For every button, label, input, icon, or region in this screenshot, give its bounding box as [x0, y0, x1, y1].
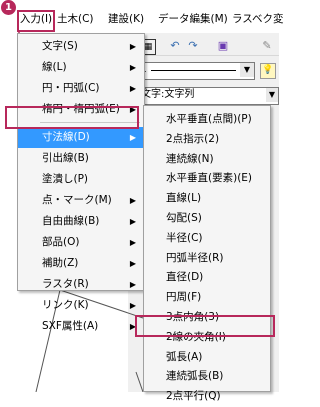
undo-icon[interactable]: ↶ — [168, 39, 182, 53]
submenu-item-3[interactable]: 水平垂直(要素)(E) — [144, 168, 270, 189]
menu-item-label: 塗潰し(P) — [42, 173, 89, 185]
chevron-right-icon: ▶ — [129, 84, 136, 93]
menu-item-10[interactable]: 補助(Z) ▶ — [18, 253, 144, 274]
chevron-down-icon[interactable]: ▼ — [266, 88, 278, 102]
menu-item-1[interactable]: 線(L) ▶ — [18, 57, 144, 78]
submenu-item-5[interactable]: 勾配(S) — [144, 208, 270, 229]
menu-item-label: リンク(K) — [42, 299, 89, 311]
status-strip: 文字:文字列 ▼ — [134, 84, 279, 106]
chevron-right-icon: ▶ — [129, 259, 136, 268]
dimension-callout-box — [5, 106, 139, 129]
menu-construction[interactable]: 建設(K) — [108, 10, 144, 28]
toolbar-top: ▦ ↶ ↷ ▣ ✎ — [134, 36, 279, 56]
menu-item-13[interactable]: SXF属性(A) ▶ — [18, 316, 144, 337]
chevron-right-icon: ▶ — [129, 301, 136, 310]
submenu-item-2[interactable]: 連続線(N) — [144, 149, 270, 170]
menu-item-label: 線(L) — [42, 61, 67, 73]
submenu-item-14[interactable]: 2点平行(Q) — [144, 386, 270, 407]
angle-callout-box — [135, 315, 275, 337]
menu-item-label: SXF属性(A) — [42, 320, 99, 332]
menu-item-label: 自由曲線(B) — [42, 215, 100, 227]
menu-raster-vector[interactable]: ラスベク変 — [232, 10, 284, 28]
menu-data-edit[interactable]: データ編集(M) — [158, 10, 228, 28]
submenu-item-6[interactable]: 半径(C) — [144, 228, 270, 249]
dimension-submenu: 水平垂直(点間)(P) 2点指示(2) 連続線(N) 水平垂直(要素)(E) 直線(L)… — [143, 105, 271, 402]
step-badge: 1 — [1, 0, 16, 15]
submenu-item-13[interactable]: 連続弧長(B) — [144, 366, 270, 387]
line-sample — [151, 70, 236, 71]
line-type-combo[interactable]: 1 ▼ — [138, 62, 255, 80]
submenu-item-8[interactable]: 直径(D) — [144, 267, 270, 288]
menu-item-4[interactable]: 寸法線(D) ▶ — [18, 127, 144, 148]
input-menu: 文字(S) ▶ 線(L) ▶ 円・円弧(C) ▶ 楕円・楕円弧(E) ▶ 寸法線(D) ▶ 引出線(… — [17, 33, 145, 332]
menu-item-0[interactable]: 文字(S) ▶ — [18, 36, 144, 57]
menu-item-label: 点・マーク(M) — [42, 194, 112, 206]
chevron-down-icon[interactable]: ▼ — [240, 63, 254, 77]
chevron-right-icon: ▶ — [129, 133, 136, 142]
chevron-right-icon: ▶ — [129, 196, 136, 205]
menu-item-9[interactable]: 部品(O) ▶ — [18, 232, 144, 253]
menu-item-8[interactable]: 自由曲線(B) ▶ — [18, 211, 144, 232]
toolbar-line: 1 ▼ 💡 — [134, 58, 279, 82]
menu-item-2[interactable]: 円・円弧(C) ▶ — [18, 78, 144, 99]
menu-item-6[interactable]: 塗潰し(P) — [18, 169, 144, 190]
menu-item-12[interactable]: リンク(K) ▶ — [18, 295, 144, 316]
menu-item-label: 補助(Z) — [42, 257, 79, 269]
chevron-right-icon: ▶ — [129, 63, 136, 72]
menu-item-label: 部品(O) — [42, 236, 80, 248]
redo-icon[interactable]: ↷ — [186, 39, 200, 53]
submenu-item-4[interactable]: 直線(L) — [144, 188, 270, 209]
bulb-icon[interactable]: 💡 — [260, 63, 276, 79]
menu-input[interactable]: 入力(I) — [17, 10, 55, 32]
menu-item-5[interactable]: 引出線(B) — [18, 148, 144, 169]
submenu-item-12[interactable]: 弧長(A) — [144, 347, 270, 368]
menu-civil[interactable]: 土木(C) — [57, 10, 94, 28]
menu-bar: 1 入力(I) 土木(C) 建設(K) データ編集(M) ラスベク変 — [0, 0, 284, 33]
menu-item-label: 円・円弧(C) — [42, 82, 100, 94]
chevron-right-icon: ▶ — [129, 280, 136, 289]
menu-item-label: ラスタ(R) — [42, 278, 89, 290]
menu-item-11[interactable]: ラスタ(R) ▶ — [18, 274, 144, 295]
menu-item-7[interactable]: 点・マーク(M) ▶ — [18, 190, 144, 211]
submenu-item-9[interactable]: 円周(F) — [144, 287, 270, 308]
chevron-right-icon: ▶ — [129, 42, 136, 51]
submenu-item-1[interactable]: 2点指示(2) — [144, 129, 270, 150]
text-style-field[interactable]: 文字:文字列 ▼ — [138, 87, 279, 105]
menu-item-label: 引出線(B) — [42, 152, 89, 164]
layer-icon[interactable]: ▣ — [216, 39, 230, 53]
submenu-item-0[interactable]: 水平垂直(点間)(P) — [144, 109, 270, 130]
menu-item-label: 寸法線(D) — [42, 131, 90, 143]
chevron-right-icon: ▶ — [129, 238, 136, 247]
submenu-item-7[interactable]: 円弧半径(R) — [144, 248, 270, 269]
menu-item-label: 文字(S) — [42, 40, 78, 52]
pencil-icon[interactable]: ✎ — [260, 39, 274, 53]
text-style-value: 文字:文字列 — [141, 89, 195, 100]
chevron-right-icon: ▶ — [129, 217, 136, 226]
